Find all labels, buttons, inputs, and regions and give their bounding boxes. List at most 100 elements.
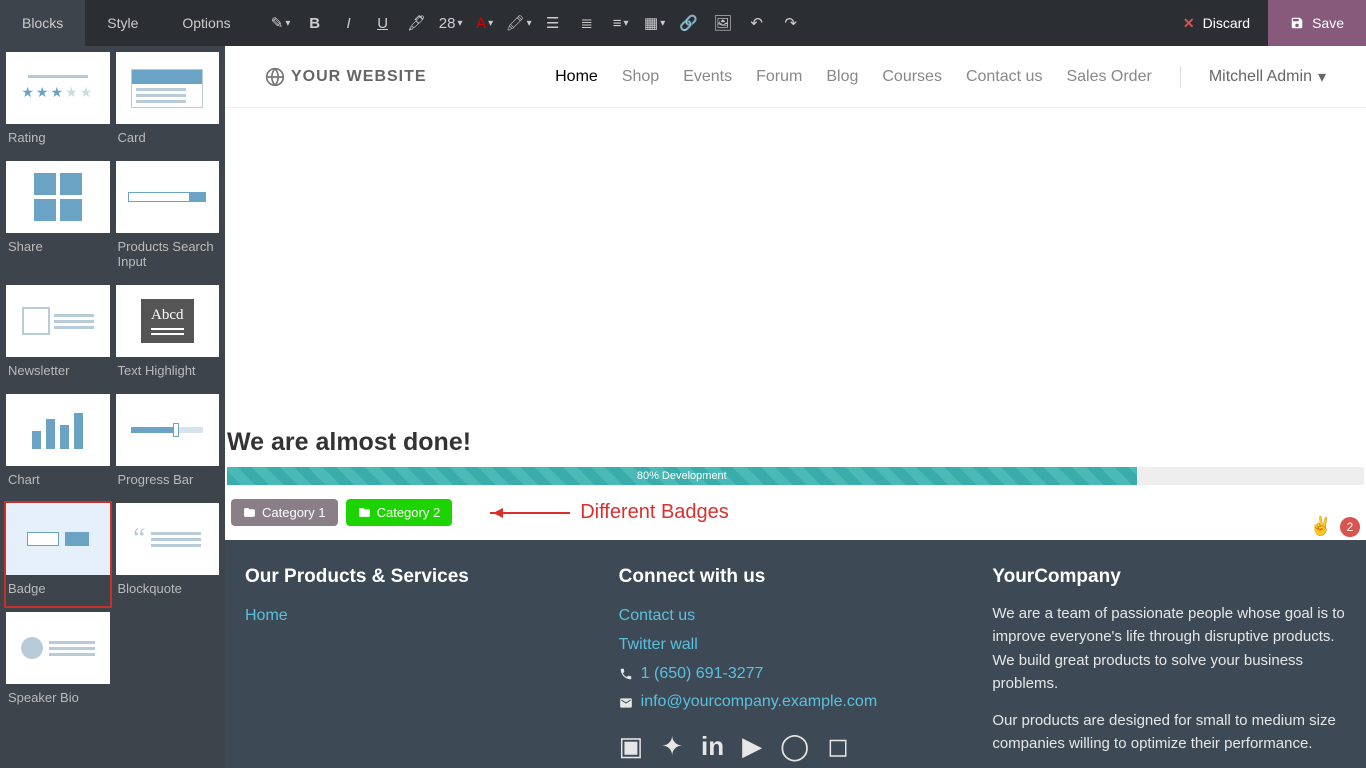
badge-category-1[interactable]: Category 1 bbox=[231, 499, 338, 526]
progress-bar[interactable]: 80% Development bbox=[227, 467, 1364, 485]
nav-sales-order[interactable]: Sales Order bbox=[1066, 68, 1151, 86]
highlight-color-icon[interactable]: 🖍▾ bbox=[509, 13, 529, 33]
blocks-panel[interactable]: ★★★★★ Rating Card Share Products Search … bbox=[0, 46, 225, 768]
block-badge[interactable]: Badge bbox=[6, 503, 110, 606]
nav-home[interactable]: Home bbox=[555, 68, 598, 86]
align-icon[interactable]: ≡▾ bbox=[611, 13, 631, 33]
nav-shop[interactable]: Shop bbox=[622, 68, 659, 86]
block-label: Newsletter bbox=[6, 357, 110, 388]
arrow-left-icon bbox=[490, 512, 570, 514]
tab-blocks-label: Blocks bbox=[22, 15, 63, 31]
discard-label: Discard bbox=[1203, 15, 1250, 31]
footer-about-p2: Our products are designed for small to m… bbox=[992, 709, 1346, 756]
ordered-list-icon[interactable]: ≣ bbox=[577, 13, 597, 33]
footer-col-products: Our Products & Services Home bbox=[245, 566, 599, 762]
badge-label: Category 2 bbox=[377, 505, 441, 520]
logo-text: YOUR WEBSITE bbox=[291, 68, 427, 86]
notification-badge[interactable]: 2 bbox=[1340, 517, 1360, 537]
nav-contact[interactable]: Contact us bbox=[966, 68, 1042, 86]
magic-icon[interactable]: ✎▾ bbox=[271, 13, 291, 33]
website-canvas[interactable]: YOUR WEBSITE Home Shop Events Forum Blog… bbox=[225, 46, 1366, 768]
block-label: Badge bbox=[6, 575, 110, 606]
block-progress-bar[interactable]: Progress Bar bbox=[116, 394, 220, 497]
badge-category-2[interactable]: Category 2 bbox=[346, 499, 453, 526]
email-icon bbox=[619, 696, 633, 710]
unordered-list-icon[interactable]: ☰ bbox=[543, 13, 563, 33]
nav-forum[interactable]: Forum bbox=[756, 68, 802, 86]
social-icons-row: ▣ ✦ in ▶ ◯ ◻ bbox=[619, 731, 973, 762]
block-rating[interactable]: ★★★★★ Rating bbox=[6, 52, 110, 155]
close-icon: ✕ bbox=[1183, 15, 1195, 32]
tab-options-label: Options bbox=[182, 15, 230, 31]
user-menu[interactable]: Mitchell Admin ▾ bbox=[1209, 67, 1326, 87]
footer-phone[interactable]: 1 (650) 691-3277 bbox=[641, 660, 764, 689]
linkedin-icon[interactable]: in bbox=[701, 731, 724, 762]
save-icon bbox=[1290, 16, 1304, 30]
victory-emoji[interactable]: ✌️ bbox=[1310, 516, 1332, 537]
discard-button[interactable]: ✕ Discard bbox=[1165, 0, 1268, 46]
block-label: Text Highlight bbox=[116, 357, 220, 388]
footer-email[interactable]: info@yourcompany.example.com bbox=[641, 688, 878, 717]
editor-top-toolbar: Blocks Style Options ✎▾ B I U 🖋 28▾ A▾ 🖍… bbox=[0, 0, 1366, 46]
twitter-icon[interactable]: ✦ bbox=[661, 731, 683, 762]
youtube-icon[interactable]: ▶ bbox=[742, 731, 762, 762]
underline-icon[interactable]: U bbox=[373, 13, 393, 33]
footer-title-connect: Connect with us bbox=[619, 566, 973, 588]
annotation-overlay: Different Badges bbox=[490, 501, 729, 524]
footer-about-p1: We are a team of passionate people whose… bbox=[992, 602, 1346, 695]
site-logo[interactable]: YOUR WEBSITE bbox=[265, 67, 427, 87]
font-color-icon[interactable]: A▾ bbox=[475, 13, 495, 33]
image-icon[interactable]: 🖼 bbox=[713, 13, 733, 33]
block-newsletter[interactable]: Newsletter bbox=[6, 285, 110, 388]
link-icon[interactable]: 🔗 bbox=[679, 13, 699, 33]
tab-options[interactable]: Options bbox=[160, 0, 252, 46]
progress-label: 80% Development bbox=[637, 470, 727, 482]
instagram-icon[interactable]: ◻ bbox=[827, 731, 849, 762]
footer-col-connect: Connect with us Contact us Twitter wall … bbox=[619, 566, 973, 762]
block-speaker-bio[interactable]: Speaker Bio bbox=[6, 612, 110, 715]
footer-link-contact[interactable]: Contact us bbox=[619, 602, 973, 631]
block-label: Speaker Bio bbox=[6, 684, 110, 715]
save-label: Save bbox=[1312, 15, 1344, 31]
site-header: YOUR WEBSITE Home Shop Events Forum Blog… bbox=[225, 46, 1366, 108]
block-label: Products Search Input bbox=[116, 233, 220, 279]
phone-icon bbox=[619, 667, 633, 681]
save-button[interactable]: Save bbox=[1268, 0, 1366, 46]
block-products-search[interactable]: Products Search Input bbox=[116, 161, 220, 279]
redo-icon[interactable]: ↷ bbox=[781, 13, 801, 33]
tab-style[interactable]: Style bbox=[85, 0, 160, 46]
folder-icon bbox=[243, 506, 256, 519]
annotation-text: Different Badges bbox=[580, 501, 729, 524]
block-blockquote[interactable]: “ Blockquote bbox=[116, 503, 220, 606]
badge-label: Category 1 bbox=[262, 505, 326, 520]
block-chart[interactable]: Chart bbox=[6, 394, 110, 497]
block-label: Rating bbox=[6, 124, 110, 155]
footer-link-twitter[interactable]: Twitter wall bbox=[619, 631, 973, 660]
block-text-highlight[interactable]: Abcd Text Highlight bbox=[116, 285, 220, 388]
table-icon[interactable]: ▦▾ bbox=[645, 13, 665, 33]
footer-title-products: Our Products & Services bbox=[245, 566, 599, 588]
facebook-icon[interactable]: ▣ bbox=[619, 731, 644, 762]
block-card[interactable]: Card bbox=[116, 52, 220, 155]
font-size-value: 28 bbox=[439, 15, 456, 32]
bold-icon[interactable]: B bbox=[305, 13, 325, 33]
site-footer: Our Products & Services Home Connect wit… bbox=[225, 540, 1366, 768]
progress-fill: 80% Development bbox=[227, 467, 1137, 485]
italic-icon[interactable]: I bbox=[339, 13, 359, 33]
nav-blog[interactable]: Blog bbox=[826, 68, 858, 86]
github-icon[interactable]: ◯ bbox=[780, 731, 809, 762]
nav-events[interactable]: Events bbox=[683, 68, 732, 86]
nav-courses[interactable]: Courses bbox=[882, 68, 942, 86]
folder-icon bbox=[358, 506, 371, 519]
tab-blocks[interactable]: Blocks bbox=[0, 0, 85, 46]
footer-col-about: YourCompany We are a team of passionate … bbox=[992, 566, 1346, 762]
block-share[interactable]: Share bbox=[6, 161, 110, 279]
tab-style-label: Style bbox=[107, 15, 138, 31]
undo-icon[interactable]: ↶ bbox=[747, 13, 767, 33]
font-size-select[interactable]: 28▾ bbox=[441, 13, 461, 33]
footer-link-home[interactable]: Home bbox=[245, 602, 599, 631]
nav-separator bbox=[1180, 66, 1181, 88]
footer-title-about: YourCompany bbox=[992, 566, 1346, 588]
strike-icon[interactable]: 🖋 bbox=[407, 13, 427, 33]
heading-almost-done[interactable]: We are almost done! bbox=[225, 388, 1366, 467]
